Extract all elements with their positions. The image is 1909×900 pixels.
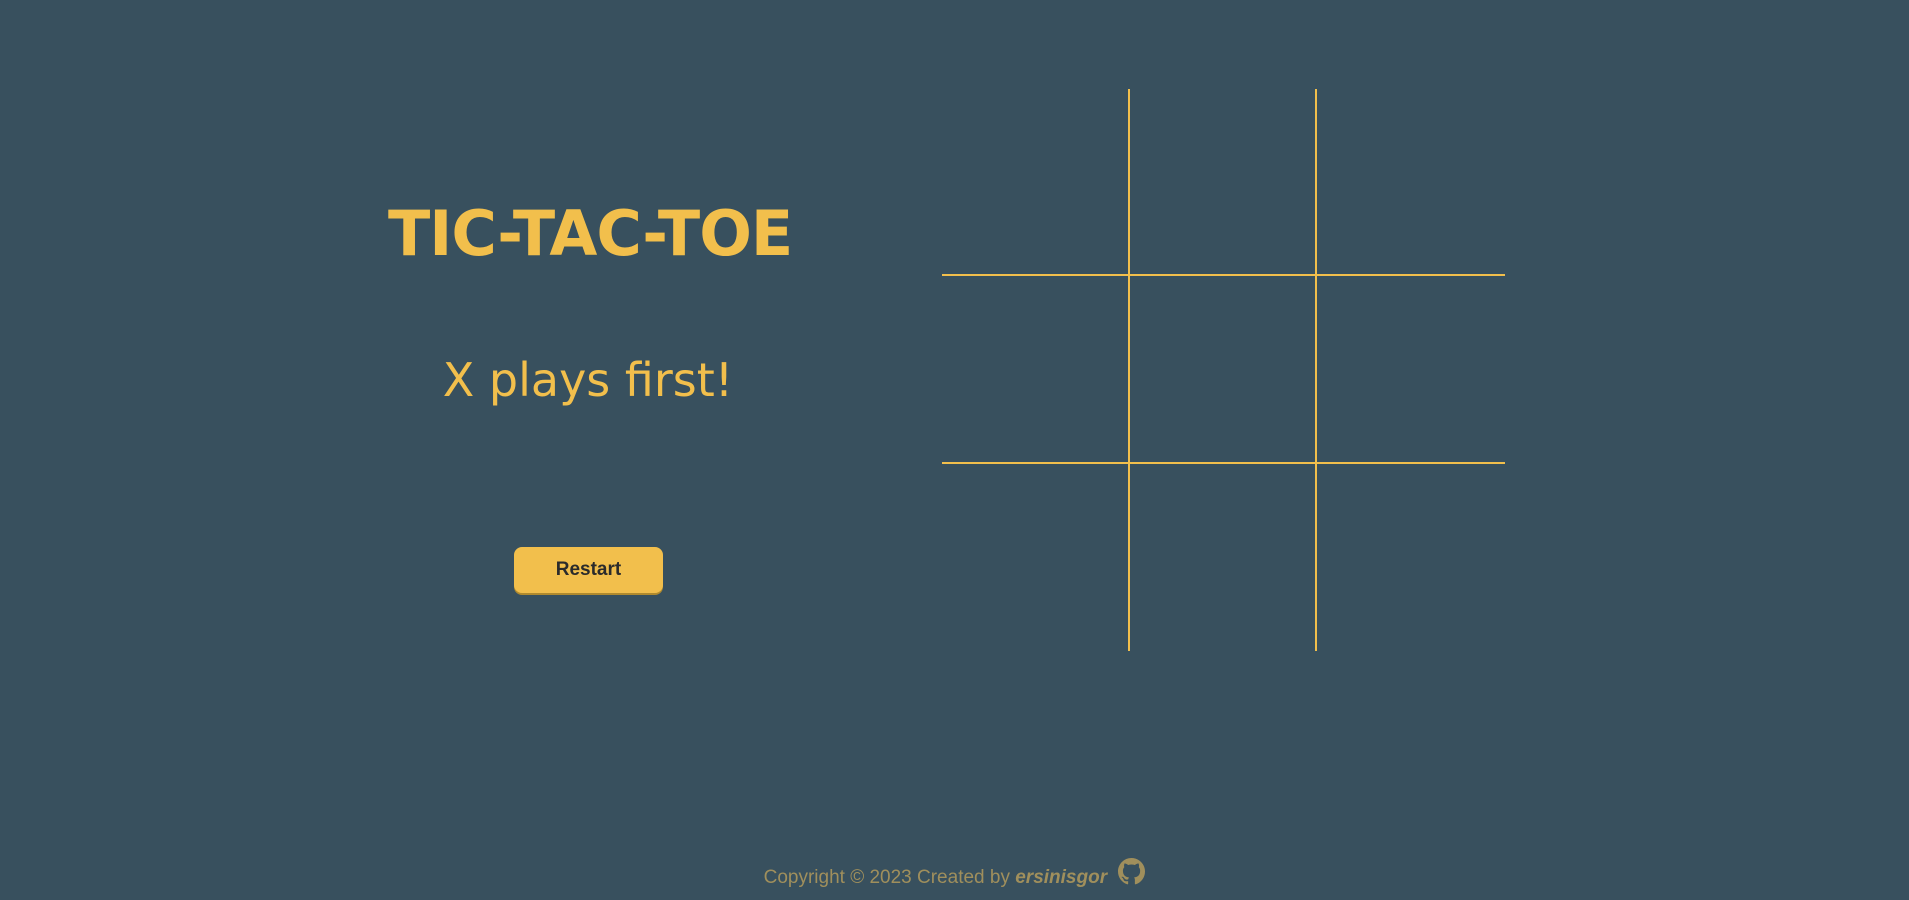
author-name[interactable]: ersinisgor bbox=[1015, 867, 1107, 888]
board-cell[interactable] bbox=[1317, 464, 1505, 651]
github-icon[interactable] bbox=[1118, 858, 1146, 894]
board-cell[interactable] bbox=[942, 89, 1130, 277]
restart-button[interactable]: Restart bbox=[514, 547, 663, 593]
board-cell[interactable] bbox=[1129, 89, 1318, 277]
footer: Copyright © 2023 Created by ersinisgor bbox=[0, 858, 1909, 894]
board-cell[interactable] bbox=[1129, 276, 1318, 464]
copyright-text: Copyright © 2023 Created by bbox=[763, 867, 1016, 889]
game-title: TIC-TAC-TOE bbox=[388, 196, 793, 270]
board-cell[interactable] bbox=[1130, 463, 1318, 651]
board-cell[interactable] bbox=[942, 276, 1130, 464]
board-cell[interactable] bbox=[942, 463, 1130, 651]
board-cell[interactable] bbox=[1317, 89, 1505, 277]
turn-status: X plays first! bbox=[442, 353, 734, 407]
game-board bbox=[942, 89, 1505, 651]
board-cell[interactable] bbox=[1317, 276, 1505, 464]
